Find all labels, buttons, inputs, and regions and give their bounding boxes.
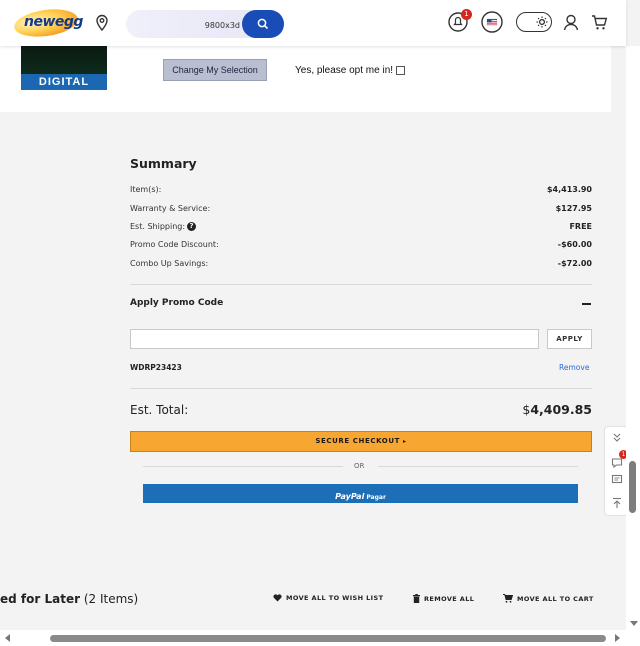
summary-row-items: Item(s): $4,413.90: [130, 185, 592, 197]
summary-row-shipping: Est. Shipping:? FREE: [130, 222, 592, 234]
saved-title-text: ed for Later: [0, 592, 81, 606]
scrollbar-corner: [626, 630, 640, 646]
paypal-button[interactable]: PayPal Pagar: [143, 484, 578, 503]
cart-icon: [503, 594, 513, 603]
remove-all-button[interactable]: REMOVE ALL: [413, 594, 474, 603]
saved-for-later-title: ed for Later (2 Items): [0, 592, 138, 606]
site-header: newegg 1: [0, 0, 626, 46]
paypal-logo: PayPal: [335, 492, 365, 501]
scroll-left-arrow-icon[interactable]: [5, 634, 10, 642]
checkout-label: SECURE CHECKOUT: [315, 437, 400, 445]
notification-badge: 1: [461, 9, 472, 20]
newegg-logo[interactable]: newegg: [12, 5, 83, 41]
divider: [130, 284, 592, 285]
chevron-double-down-icon[interactable]: [611, 432, 623, 444]
summary-title: Summary: [130, 156, 197, 171]
theme-toggle[interactable]: [516, 12, 552, 32]
est-total-value: $4,409.85: [522, 402, 592, 417]
search-bar: [126, 10, 284, 40]
location-pin-icon[interactable]: [94, 14, 110, 32]
paypal-sub-label: Pagar: [366, 494, 386, 501]
country-selector[interactable]: [481, 11, 503, 33]
search-button[interactable]: [242, 10, 284, 38]
chat-button[interactable]: 1: [611, 450, 628, 469]
account-icon[interactable]: [563, 14, 579, 31]
scroll-right-arrow-icon[interactable]: [615, 634, 620, 642]
saved-item-count: (2 Items): [83, 592, 139, 606]
summary-row-value: $4,413.90: [546, 185, 592, 194]
summary-row-value: -$60.00: [557, 240, 592, 249]
caret-right-icon: ▸: [403, 438, 407, 445]
summary-row-value: FREE: [569, 222, 592, 231]
us-flag-icon: [481, 11, 503, 33]
summary-row-label: Combo Up Savings:: [130, 259, 209, 268]
logo-text: newegg: [24, 14, 83, 30]
optin-option: Yes, please opt me in!: [295, 65, 406, 76]
cart-icon[interactable]: [591, 14, 608, 31]
move-cart-label: MOVE ALL TO CART: [517, 594, 594, 603]
divider: [130, 388, 592, 389]
summary-row-label: Est. Shipping:: [130, 222, 186, 231]
side-toolbar: 1: [604, 426, 628, 516]
optin-label: Yes, please opt me in!: [295, 65, 394, 76]
help-icon[interactable]: ?: [187, 222, 197, 231]
horizontal-scroll-thumb[interactable]: [50, 635, 606, 642]
apply-promo-button[interactable]: APPLY: [547, 329, 592, 349]
horizontal-scrollbar[interactable]: [0, 630, 626, 646]
summary-row-value: $127.95: [555, 204, 592, 213]
summary-row-warranty: Warranty & Service: $127.95: [130, 204, 592, 216]
or-label: OR: [354, 462, 365, 470]
remove-all-label: REMOVE ALL: [424, 594, 475, 603]
vertical-scroll-thumb[interactable]: [629, 461, 636, 513]
summary-row-promo-discount: Promo Code Discount: -$60.00: [130, 240, 592, 252]
or-divider-right: [378, 466, 578, 467]
vertical-scrollbar[interactable]: [626, 46, 640, 630]
summary-row-label: Item(s):: [130, 185, 162, 194]
scroll-down-arrow-icon[interactable]: [630, 621, 638, 626]
est-total-label: Est. Total:: [130, 403, 189, 417]
total-amount: 4,409.85: [530, 402, 592, 417]
trash-icon: [413, 594, 420, 603]
sun-icon: [536, 16, 548, 27]
digital-label: DIGITAL: [21, 74, 107, 90]
summary-row-label: Warranty & Service:: [130, 204, 211, 213]
heart-icon: [273, 594, 282, 602]
search-input[interactable]: [136, 10, 242, 40]
remove-promo-link[interactable]: Remove: [559, 363, 589, 372]
applied-promo-code: WDRP23423: [130, 363, 182, 372]
secure-checkout-button[interactable]: SECURE CHECKOUT ▸: [130, 431, 592, 452]
optin-checkbox[interactable]: [396, 66, 406, 75]
notifications-button[interactable]: 1: [448, 9, 472, 32]
promo-code-input[interactable]: [130, 329, 539, 349]
summary-row-value: -$72.00: [557, 259, 592, 268]
move-all-to-wishlist-button[interactable]: MOVE ALL TO WISH LIST: [273, 594, 383, 602]
search-icon: [257, 18, 269, 30]
feedback-icon[interactable]: [611, 474, 623, 486]
summary-row-combo-savings: Combo Up Savings: -$72.00: [130, 259, 592, 271]
summary-row-label-wrap: Est. Shipping:?: [130, 222, 197, 231]
product-strip: DIGITAL Change My Selection Yes, please …: [0, 46, 611, 112]
back-to-top-icon[interactable]: [611, 497, 623, 509]
or-divider-left: [143, 466, 343, 467]
change-selection-button[interactable]: Change My Selection: [163, 59, 267, 81]
promo-section-title[interactable]: Apply Promo Code: [130, 298, 223, 308]
collapse-promo-icon[interactable]: [582, 303, 591, 305]
move-wish-label: MOVE ALL TO WISH LIST: [286, 594, 384, 602]
move-all-to-cart-button[interactable]: MOVE ALL TO CART: [503, 594, 594, 603]
summary-row-label: Promo Code Discount:: [130, 240, 219, 249]
